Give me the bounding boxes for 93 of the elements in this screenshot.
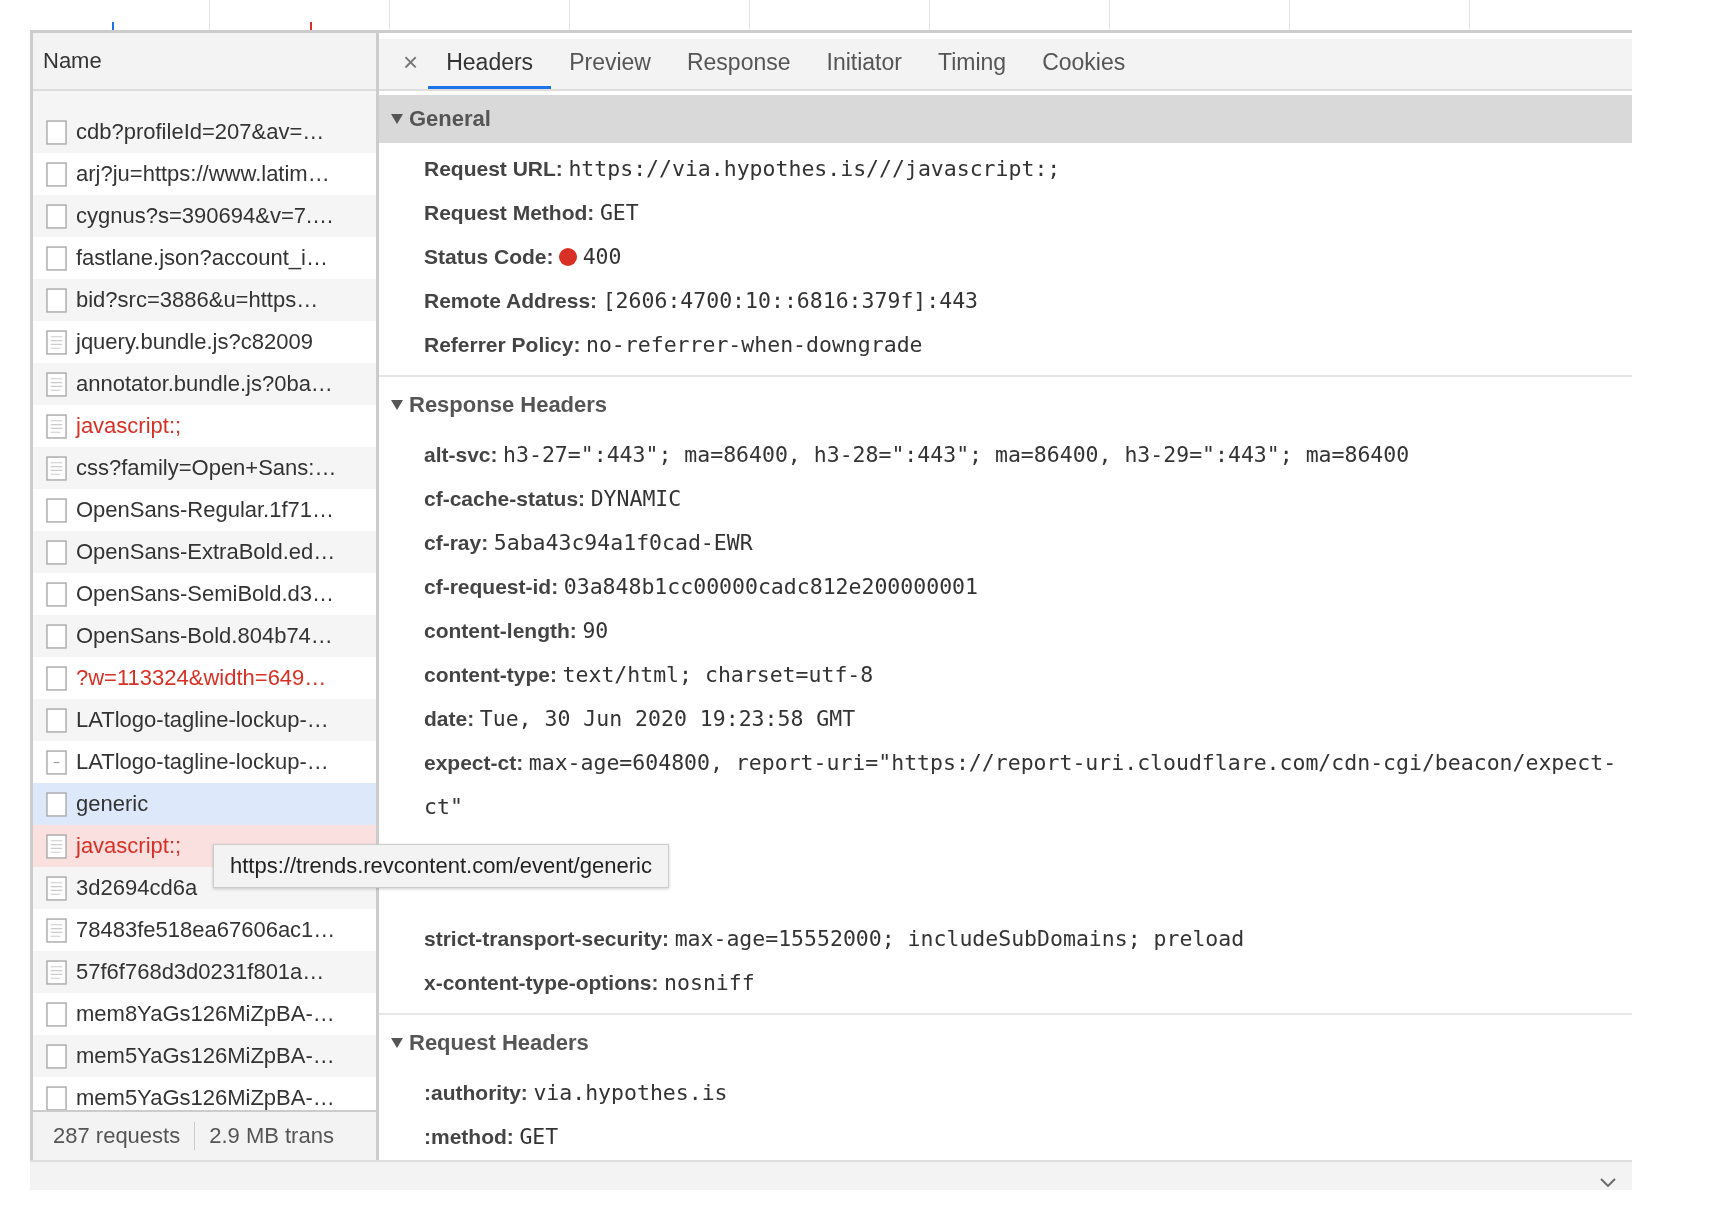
request-row[interactable]: LATlogo-tagline-lockup-… [33, 699, 376, 741]
request-row[interactable]: generic [33, 783, 376, 825]
request-name: mem5YaGs126MiZpBA-… [76, 1085, 335, 1110]
request-name: bid?src=3886&u=https… [76, 287, 319, 313]
transferred-size: 2.9 MB trans [209, 1123, 334, 1149]
header-entry: alt-svc: h3-27=":443"; ma=86400, h3-28=":443"; ma=86400, h3-29=":443"; ma=86400 [424, 441, 1411, 469]
request-row[interactable]: OpenSans-ExtraBold.ed… [33, 531, 376, 573]
header-entry: content-type: text/html; charset=utf-8 [424, 661, 875, 689]
file-icon [46, 1001, 67, 1027]
document-icon [46, 959, 67, 985]
document-icon [46, 371, 67, 397]
header-entry: strict-transport-security: max-age=15552000; includeSubDomains; preload [424, 925, 1246, 953]
request-name: LATlogo-tagline-lockup-… [76, 707, 329, 733]
header-entry: expect-ct: max-age=604800, report-uri="https://report-uri.cloudflare.com/cdn-cgi/beacon/expect-ct" [424, 749, 1618, 821]
tab[interactable]: Initiator [808, 39, 920, 89]
file-icon [46, 791, 67, 817]
document-icon [46, 329, 67, 355]
triangle-icon [391, 114, 403, 124]
header-entry: Request URL: https://via.hypothes.is///javascript:; [424, 155, 1062, 183]
close-button[interactable]: × [393, 39, 429, 89]
document-icon [46, 413, 67, 439]
request-row[interactable]: bid?src=3886&u=https… [33, 279, 376, 321]
header-entry: content-length: 90 [424, 617, 610, 645]
header-entry: Referrer Policy: no-referrer-when-downgrade [424, 331, 924, 359]
header-entry: cf-ray: 5aba43c94a1f0cad-EWR [424, 529, 754, 557]
tab[interactable]: Preview [551, 39, 669, 89]
request-row[interactable]: cdb?profileId=207&av=… [33, 111, 376, 153]
tab[interactable]: Timing [919, 39, 1025, 89]
file-icon [46, 287, 67, 313]
request-name: javascript:; [76, 413, 182, 439]
triangle-icon [391, 400, 403, 410]
file-icon [46, 581, 67, 607]
request-count: 287 requests [53, 1123, 181, 1149]
file-icon [46, 245, 67, 271]
request-name: css?family=Open+Sans:… [76, 455, 337, 481]
column-header[interactable]: Name [33, 33, 376, 91]
request-name: javascript:; [76, 833, 182, 859]
file-icon [46, 623, 67, 649]
request-name: annotator.bundle.js?0ba… [76, 371, 333, 397]
file-icon [46, 665, 67, 691]
document-icon [46, 875, 67, 901]
section-header[interactable]: Request Headers [379, 1019, 1632, 1067]
request-row[interactable]: annotator.bundle.js?0ba… [33, 363, 376, 405]
request-name: ?w=113324&width=649… [76, 665, 327, 691]
file-icon [46, 749, 67, 775]
header-entry: cf-cache-status: DYNAMIC [424, 485, 683, 513]
section-header[interactable]: Response Headers [379, 381, 1632, 429]
request-name: LATlogo-tagline-lockup-… [76, 749, 329, 775]
header-entry: Status Code: 400 [424, 243, 623, 271]
header-entry: date: Tue, 30 Jun 2020 19:23:58 GMT [424, 705, 857, 733]
chevron-down-icon[interactable] [1600, 1178, 1616, 1188]
header-entry: :method: GET [424, 1123, 560, 1151]
request-row[interactable]: OpenSans-Bold.804b74… [33, 615, 376, 657]
request-name: OpenSans-ExtraBold.ed… [76, 539, 336, 565]
file-icon [46, 707, 67, 733]
header-entry: :authority: via.hypothes.is [424, 1079, 729, 1107]
file-icon [46, 497, 67, 523]
request-name: mem8YaGs126MiZpBA-… [76, 1001, 335, 1027]
tab[interactable]: Cookies [1024, 39, 1144, 89]
file-icon [46, 161, 67, 187]
document-icon [46, 455, 67, 481]
request-row[interactable]: cygnus?s=390694&v=7.… [33, 195, 376, 237]
triangle-icon [391, 1038, 403, 1048]
request-name: OpenSans-Bold.804b74… [76, 623, 333, 649]
request-name: cdb?profileId=207&av=… [76, 119, 325, 145]
header-entry: Remote Address: [2606:4700:10::6816:379f]:443 [424, 287, 980, 315]
request-row[interactable]: 57f6f768d3d0231f801a… [33, 951, 376, 993]
request-name: OpenSans-SemiBold.d3… [76, 581, 335, 607]
header-entry: cf-request-id: 03a848b1cc00000cadc812e200000001 [424, 573, 979, 601]
file-icon [46, 539, 67, 565]
tooltip: https://trends.revcontent.com/event/generic [213, 844, 669, 888]
document-icon [46, 833, 67, 859]
request-row[interactable]: mem5YaGs126MiZpBA-… [33, 1035, 376, 1077]
header-entry: Request Method: GET [424, 199, 640, 227]
file-icon [46, 1043, 67, 1069]
request-name: fastlane.json?account_i… [76, 245, 328, 271]
document-icon [46, 917, 67, 943]
header-entry: x-content-type-options: nosniff [424, 969, 756, 997]
tab[interactable]: Response [668, 39, 809, 89]
tab[interactable]: Headers [428, 39, 552, 89]
request-row[interactable]: css?family=Open+Sans:… [33, 447, 376, 489]
request-name: cygnus?s=390694&v=7.… [76, 203, 335, 229]
section-header[interactable]: General [379, 95, 1632, 143]
file-icon [46, 119, 67, 145]
file-icon [46, 203, 67, 229]
request-name: 3d2694cd6a [76, 875, 198, 901]
request-name: generic [76, 791, 149, 817]
request-name: arj?ju=https://www.latim… [76, 161, 330, 187]
request-name: mem5YaGs126MiZpBA-… [76, 1043, 335, 1069]
request-name: jquery.bundle.js?c82009 [76, 329, 313, 355]
request-name: 57f6f768d3d0231f801a… [76, 959, 325, 985]
request-name: 78483fe518ea67606ac1… [76, 917, 336, 943]
request-name: OpenSans-Regular.1f71… [76, 497, 335, 523]
